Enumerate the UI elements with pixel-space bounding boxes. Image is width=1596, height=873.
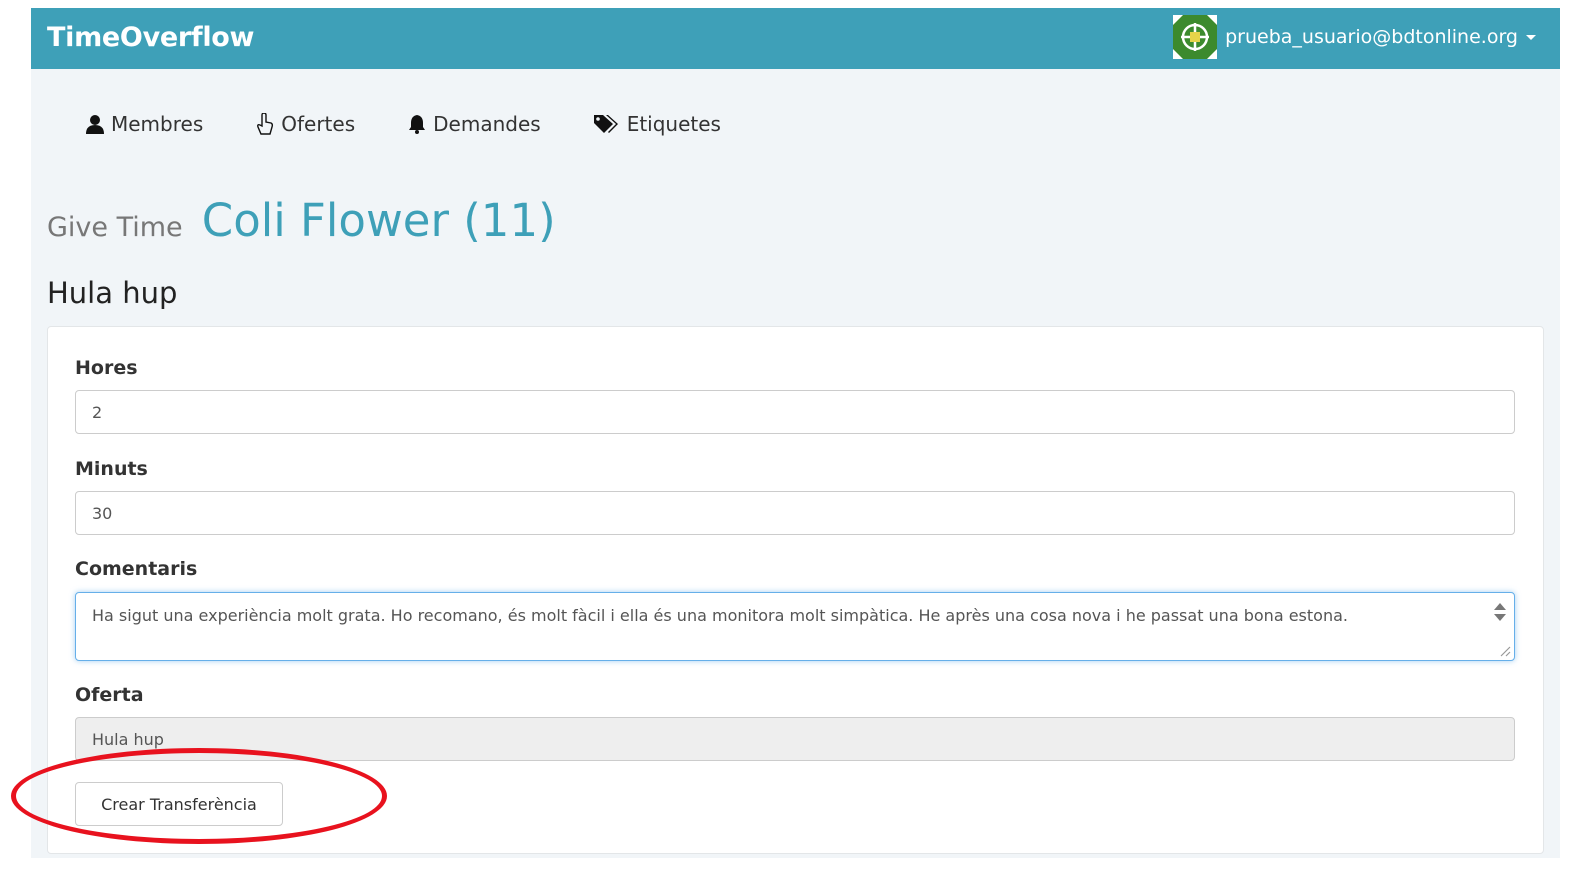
organization-logo-icon bbox=[1173, 15, 1218, 59]
hand-pointer-icon bbox=[257, 113, 274, 135]
textarea-scroll-arrows[interactable] bbox=[1492, 599, 1508, 625]
comments-value: Ha sigut una experiència molt grata. Ho … bbox=[92, 606, 1348, 625]
hours-value: 2 bbox=[92, 402, 103, 422]
comments-label: Comentaris bbox=[75, 558, 198, 580]
hours-label: Hores bbox=[75, 357, 138, 379]
nav-link-membres[interactable]: Membres bbox=[85, 112, 203, 136]
offer-field: Hula hup bbox=[75, 717, 1515, 761]
nav-link-label: Ofertes bbox=[281, 112, 356, 136]
user-email: prueba_usuario@bdtonline.org bbox=[1225, 26, 1518, 48]
scroll-up-icon[interactable] bbox=[1494, 603, 1506, 610]
transfer-form-panel: Hores 2 Minuts 30 Comentaris Ha sigut un… bbox=[47, 326, 1544, 854]
resize-handle-icon[interactable] bbox=[1499, 645, 1511, 657]
user-icon bbox=[86, 115, 104, 134]
page-title-member[interactable]: Coli Flower (11) bbox=[202, 194, 556, 247]
hours-field[interactable]: 2 bbox=[75, 390, 1515, 434]
nav-link-label: Etiquetes bbox=[626, 112, 721, 136]
minutes-label: Minuts bbox=[75, 458, 148, 480]
nav-link-label: Membres bbox=[111, 112, 204, 136]
minutes-value: 30 bbox=[92, 503, 113, 523]
app-container: TimeOverflow prueba_usuario@bdtonline.or… bbox=[31, 8, 1560, 858]
scroll-down-icon[interactable] bbox=[1494, 614, 1506, 621]
create-transfer-button[interactable]: Crear Transferència bbox=[75, 782, 283, 826]
comments-textarea[interactable]: Ha sigut una experiència molt grata. Ho … bbox=[75, 592, 1515, 661]
nav-link-etiquetes[interactable]: Etiquetes bbox=[593, 112, 721, 136]
tags-icon bbox=[593, 115, 618, 133]
offer-value: Hula hup bbox=[92, 729, 164, 749]
offer-label: Oferta bbox=[75, 684, 144, 706]
offer-title: Hula hup bbox=[47, 276, 178, 310]
section-nav: Membres Ofertes Demandes Etiquetes bbox=[85, 104, 773, 144]
nav-link-label: Demandes bbox=[433, 112, 541, 136]
user-menu-dropdown[interactable]: prueba_usuario@bdtonline.org bbox=[1173, 15, 1536, 59]
minutes-field[interactable]: 30 bbox=[75, 491, 1515, 535]
nav-link-ofertes[interactable]: Ofertes bbox=[255, 112, 355, 136]
page-title: Give Time Coli Flower (11) bbox=[47, 194, 556, 247]
top-navbar: TimeOverflow prueba_usuario@bdtonline.or… bbox=[31, 8, 1560, 69]
nav-link-demandes[interactable]: Demandes bbox=[407, 112, 541, 136]
page-title-action: Give Time bbox=[47, 212, 183, 243]
brand-logo[interactable]: TimeOverflow bbox=[47, 22, 255, 53]
caret-down-icon bbox=[1526, 34, 1536, 40]
bell-icon bbox=[409, 115, 426, 134]
